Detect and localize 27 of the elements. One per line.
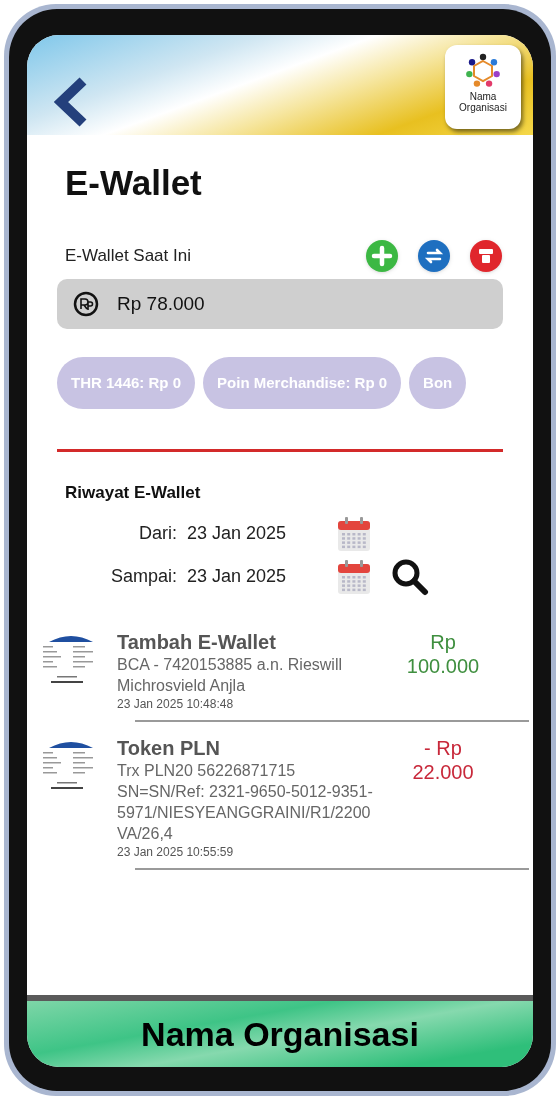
history-title: Riwayat E-Wallet	[65, 482, 202, 504]
transaction-date: 23 Jan 2025 10:48:48	[117, 695, 235, 712]
transaction-title[interactable]: Token PLN	[117, 735, 379, 760]
calendar-icon[interactable]	[337, 558, 371, 595]
transaction-description: BCA - 7420153885 a.n. Rieswill Michrosvield Anjla	[117, 654, 344, 696]
swap-arrows-icon[interactable]	[417, 239, 451, 273]
date-value[interactable]: 23 Jan 2025	[187, 563, 327, 590]
transaction-title[interactable]: Tambah E-Wallet	[117, 629, 379, 654]
amount-value: 22.000	[412, 759, 474, 784]
calendar-icon[interactable]	[337, 515, 371, 552]
plus-icon[interactable]	[365, 239, 399, 273]
date-label: Dari:	[138, 522, 177, 545]
amount-currency: Rp	[430, 629, 456, 654]
rupiah-coin-icon	[73, 291, 99, 317]
logo-label: Nama Organisasi	[458, 91, 508, 113]
search-icon[interactable]	[391, 557, 429, 596]
transaction-date: 23 Jan 2025 10:55:59	[117, 843, 235, 860]
balance-label: E-Wallet Saat Ini	[65, 245, 191, 268]
footer-title: Nama Organisasi	[141, 1013, 419, 1055]
page-title: E-Wallet	[65, 163, 203, 203]
amount-value: 100.000	[406, 653, 480, 678]
date-label: Sampai:	[109, 565, 177, 588]
date-value[interactable]: 23 Jan 2025	[187, 520, 327, 547]
transaction-description: Trx PLN20 56226871715 SN=SN/Ref: 2321-9650-5012-9351-5971/NIESYEANGGRAINI/R1/2200VA/26,4	[117, 760, 374, 844]
balance-amount: Rp 78.000	[117, 291, 205, 316]
token-icon[interactable]	[469, 239, 503, 273]
amount-currency: - Rp	[424, 735, 462, 760]
